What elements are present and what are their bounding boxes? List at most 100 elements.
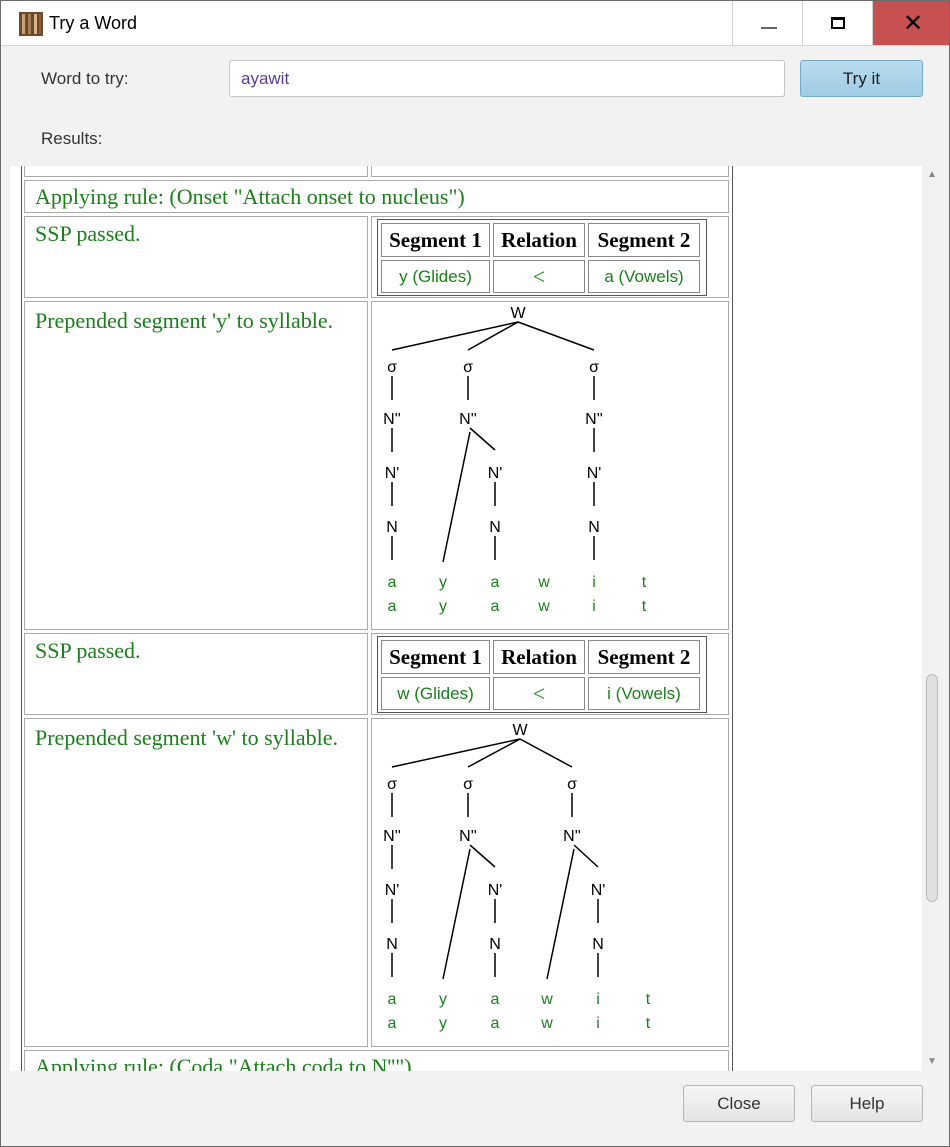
rule-coda-text: Applying rule: (Coda "Attach coda to N''… (35, 1054, 412, 1071)
tree-segment: t (646, 991, 651, 1008)
prepend-text: Prepended segment 'y' to syllable. (35, 308, 334, 333)
tree-sigma: σ (387, 776, 397, 793)
tree-cell: W σ σ σ N'' N'' N'' N' N' N' N N N a y a… (371, 718, 729, 1047)
tree-segment: t (642, 574, 647, 591)
ssp-table: Segment 1 Relation Segment 2 y (Glides) … (377, 219, 707, 296)
tree-n-prime: N' (488, 882, 503, 899)
close-icon: ✕ (903, 9, 924, 37)
title-bar: Try a Word ✕ (1, 1, 949, 46)
tree-segment: i (592, 598, 596, 615)
tree-n-double-prime: N'' (383, 828, 401, 845)
close-button[interactable]: Close (683, 1085, 795, 1122)
segment2-value: a (Vowels) (588, 260, 700, 293)
segment2-header: Segment 2 (588, 223, 700, 257)
tree-n-double-prime: N'' (585, 411, 603, 428)
app-icon (19, 12, 43, 36)
tree-n: N (386, 936, 398, 953)
tree-segment: t (646, 1015, 651, 1032)
tree-segment: y (439, 598, 447, 615)
tree-root-w: W (510, 305, 526, 322)
tree-segment: y (439, 574, 447, 591)
ssp-cell: SSP passed. (24, 216, 368, 298)
prepend-text: Prepended segment 'w' to syllable. (35, 725, 339, 750)
table-border (731, 166, 733, 1071)
word-input[interactable] (229, 60, 785, 97)
tree-sigma: σ (463, 776, 473, 793)
tree-segment: i (592, 574, 596, 591)
scroll-up-icon[interactable]: ▲ (927, 170, 937, 180)
tree-sigma: σ (463, 359, 473, 376)
relation-value: < (493, 677, 585, 710)
segment1-value: y (Glides) (381, 260, 490, 293)
syllable-tree-1: W σ σ σ N'' N'' N'' N' N' N' N N N a y a… (383, 305, 647, 615)
ssp-table-cell: Segment 1 Relation Segment 2 y (Glides) … (371, 216, 729, 298)
ssp-passed-text: SSP passed. (35, 638, 141, 663)
tree-n-prime: N' (488, 465, 503, 482)
tree-segment: a (491, 574, 500, 591)
tree-segment: t (642, 598, 647, 615)
tree-n-prime: N' (591, 882, 606, 899)
tree-segment: a (491, 1015, 500, 1032)
tree-segment: i (596, 1015, 600, 1032)
rule-coda-row: Applying rule: (Coda "Attach coda to N''… (24, 1050, 729, 1071)
tree-n: N (592, 936, 604, 953)
minimize-icon (761, 27, 777, 29)
results-label: Results: (41, 129, 103, 148)
results-cell (371, 166, 729, 177)
tree-n-prime: N' (385, 882, 400, 899)
try-a-word-window: Try a Word ✕ Word to try: Try it Results… (0, 0, 950, 1147)
tree-segment: w (537, 598, 550, 615)
tree-n-double-prime: N'' (563, 828, 581, 845)
prepend-cell: Prepended segment 'y' to syllable. (24, 301, 368, 630)
tree-root-w: W (512, 722, 528, 739)
tree-segment: a (491, 991, 500, 1008)
maximize-button[interactable] (802, 1, 872, 45)
tree-segment: y (439, 991, 447, 1008)
rule-onset-row: Applying rule: (Onset "Attach onset to n… (24, 180, 729, 213)
relation-value: < (493, 260, 585, 293)
maximize-icon (831, 17, 845, 29)
prepend-cell: Prepended segment 'w' to syllable. (24, 718, 368, 1047)
tree-segment: i (596, 991, 600, 1008)
rule-onset-text: Applying rule: (Onset "Attach onset to n… (35, 184, 465, 209)
segment1-header: Segment 1 (381, 640, 490, 674)
segment2-value: i (Vowels) (588, 677, 700, 710)
tree-segment: y (439, 1015, 447, 1032)
help-button[interactable]: Help (811, 1085, 923, 1122)
tree-segment: a (388, 1015, 397, 1032)
scroll-down-icon[interactable]: ▼ (927, 1057, 937, 1067)
scrollbar-thumb[interactable] (926, 674, 938, 902)
segment2-header: Segment 2 (588, 640, 700, 674)
ssp-table-cell: Segment 1 Relation Segment 2 w (Glides) … (371, 633, 729, 715)
table-border (21, 166, 23, 1071)
segment1-header: Segment 1 (381, 223, 490, 257)
close-window-button[interactable]: ✕ (872, 1, 949, 45)
tree-n: N (489, 936, 501, 953)
relation-header: Relation (493, 223, 585, 257)
tree-segment: a (388, 574, 397, 591)
tree-segment: a (388, 598, 397, 615)
vertical-scrollbar[interactable]: ▲ ▼ (922, 166, 942, 1071)
ssp-table: Segment 1 Relation Segment 2 w (Glides) … (377, 636, 707, 713)
window-title: Try a Word (49, 13, 138, 33)
tree-segment: w (540, 991, 553, 1008)
relation-header: Relation (493, 640, 585, 674)
tree-n-double-prime: N'' (383, 411, 401, 428)
try-it-button[interactable]: Try it (800, 60, 923, 97)
segment1-value: w (Glides) (381, 677, 490, 710)
results-cell (24, 166, 368, 177)
tree-sigma: σ (387, 359, 397, 376)
word-to-try-label: Word to try: (41, 69, 129, 88)
results-pane[interactable]: Applying rule: (Onset "Attach onset to n… (10, 166, 942, 1071)
tree-n: N (489, 519, 501, 536)
tree-cell: W σ σ σ N'' N'' N'' N' N' N' N N N a y a… (371, 301, 729, 630)
tree-n-double-prime: N'' (459, 828, 477, 845)
tree-segment: a (388, 991, 397, 1008)
tree-n: N (588, 519, 600, 536)
tree-sigma: σ (589, 359, 599, 376)
ssp-cell: SSP passed. (24, 633, 368, 715)
tree-segment: w (540, 1015, 553, 1032)
tree-n: N (386, 519, 398, 536)
syllable-tree-2: W σ σ σ N'' N'' N'' N' N' N' N N N a y a… (383, 722, 651, 1032)
minimize-button[interactable] (732, 1, 802, 45)
